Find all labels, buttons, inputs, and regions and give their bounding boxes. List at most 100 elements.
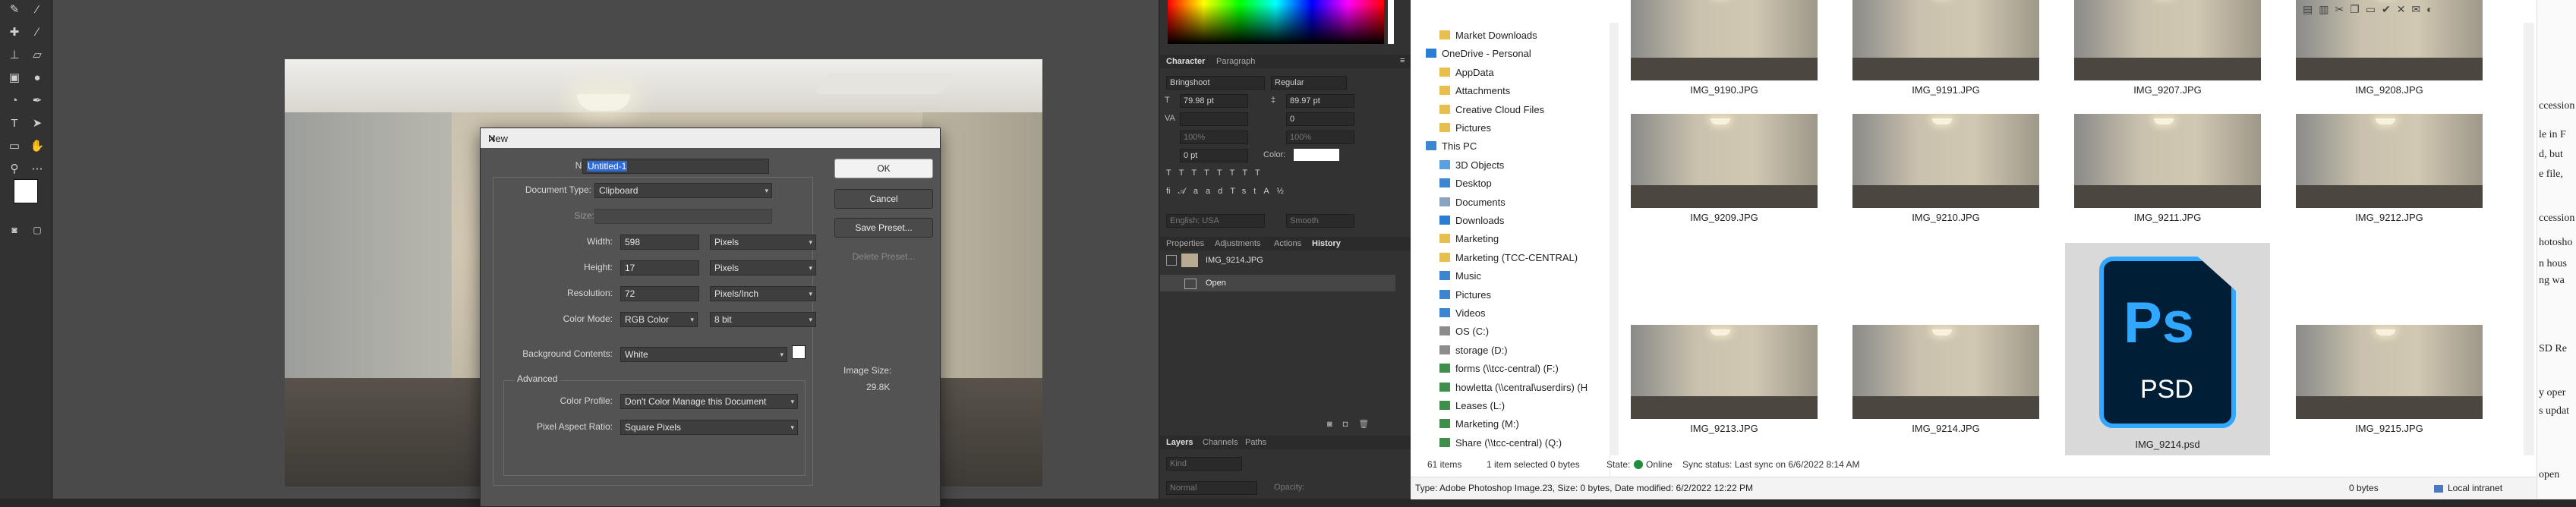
nav-item[interactable]: Creative Cloud Files [1439,102,1544,118]
file-item[interactable]: IMG_9215.JPG [2296,325,2483,445]
pixel-aspect-select[interactable]: Square Pixels ▾ [620,420,798,435]
file-item[interactable]: IMG_9210.JPG [1852,114,2039,234]
baseline-field[interactable]: 0 pt [1180,149,1248,162]
file-item[interactable]: IMG_9209.JPG [1631,114,1818,234]
pen-tool-icon[interactable]: ✒ [29,93,46,109]
tab-actions[interactable]: Actions [1274,239,1301,248]
nav-item[interactable]: AppData [1439,65,1494,81]
blur-icon[interactable]: ● [29,70,46,87]
leading-field[interactable]: 89.97 pt [1286,94,1354,108]
close-icon[interactable]: ✕ [488,133,932,145]
nav-item[interactable]: howletta (\\central\userdirs) (H [1439,379,1588,396]
hand-icon[interactable]: ✋ [29,138,46,155]
rectangle-icon[interactable]: ▭ [6,138,23,155]
tab-history[interactable]: History [1312,239,1341,248]
file-item[interactable]: IMG_9207.JPG [2074,0,2261,106]
tab-properties[interactable]: Properties [1166,239,1204,248]
zoom-icon[interactable]: ⚲ [6,161,23,178]
history-actions-icons[interactable]: ◙◘🗑 [1327,419,1379,429]
vscale-field[interactable]: 100% [1180,131,1248,144]
quick-mask-icon[interactable]: ◙ [6,222,23,238]
nav-item[interactable]: Desktop [1439,175,1492,192]
file-item[interactable]: IMG_9212.JPG [2296,114,2483,234]
nav-item[interactable]: Leases (L:) [1439,398,1505,414]
pen-icon[interactable]: ✎ [6,2,23,18]
nav-item[interactable]: Music [1439,268,1481,285]
layers-filter-select[interactable]: Kind [1166,457,1242,471]
eyedropper-icon[interactable]: ⁄ [29,2,46,18]
name-field[interactable]: Untitled-1 [582,159,769,174]
history-brush-icon[interactable] [1166,255,1177,266]
clone-stamp-icon[interactable]: ⊥ [6,47,23,64]
nav-item[interactable]: This PC [1426,138,1477,155]
width-field[interactable]: 598 [620,235,699,250]
ok-button[interactable]: OK [834,159,933,178]
tab-character[interactable]: Character [1166,57,1205,66]
bg-select[interactable]: White ▾ [620,347,787,362]
quick-access-toolbar[interactable]: ▤▥✂❐▭✔✕✉◐ [2303,3,2530,18]
screen-mode-icon[interactable]: ▢ [29,222,46,238]
language-select[interactable]: English: USA [1166,214,1265,228]
nav-item[interactable]: OS (C:) [1439,323,1489,340]
height-unit-select[interactable]: Pixels ▾ [710,260,816,276]
blend-mode-select[interactable]: Normal [1166,481,1257,495]
tab-paragraph[interactable]: Paragraph [1216,57,1255,66]
nav-item[interactable]: forms (\\tcc-central) (F:) [1439,361,1559,377]
color-profile-select[interactable]: Don't Color Manage this Document ▾ [620,394,798,409]
dodge-icon[interactable]: ◔ [6,93,23,109]
text-color-swatch[interactable] [1294,149,1339,161]
opentype-buttons[interactable]: ﬁ𝒜aadTstA½ [1166,187,1291,197]
nav-item[interactable]: storage (D:) [1439,342,1508,359]
type-icon[interactable]: T [6,115,23,132]
nav-item[interactable]: Attachments [1439,83,1510,99]
nav-scrollbar[interactable] [1610,23,1619,455]
nav-item[interactable]: Marketing (TCC-CENTRAL) [1439,250,1578,266]
resolution-field[interactable]: 72 [620,286,699,301]
doctype-select[interactable]: Clipboard ▾ [594,183,772,198]
tracking-field[interactable]: 0 [1286,112,1354,126]
nav-item[interactable]: Pictures [1439,120,1491,137]
width-unit-select[interactable]: Pixels ▾ [710,235,816,250]
save-preset-button[interactable]: Save Preset... [834,218,933,238]
bg-color-swatch[interactable] [792,345,806,359]
history-snapshot-label[interactable]: IMG_9214.JPG [1206,256,1263,265]
path-select-icon[interactable]: ➤ [29,115,46,132]
font-size-field[interactable]: 79.98 pt [1180,94,1248,108]
nav-item[interactable]: Downloads [1439,213,1504,229]
cancel-button[interactable]: Cancel [834,189,933,209]
type-style-buttons[interactable]: TTTTTTTT [1166,168,1268,178]
foreground-color-swatch[interactable] [14,179,38,203]
gradient-icon[interactable]: ▣ [6,70,23,87]
nav-item[interactable]: Marketing [1439,231,1499,247]
font-family-select[interactable]: Bringshoot [1166,76,1265,90]
color-picker-spectrum[interactable] [1168,0,1384,44]
height-field[interactable]: 17 [620,260,699,276]
brush-icon[interactable]: ∕ [29,24,46,41]
nav-item[interactable]: Videos [1439,305,1486,322]
font-style-select[interactable]: Regular [1271,76,1347,90]
nav-item[interactable]: 3D Objects [1439,157,1504,174]
tab-paths[interactable]: Paths [1245,438,1266,447]
eraser-icon[interactable]: ▱ [29,47,46,64]
color-picker-slider[interactable] [1388,0,1394,44]
kerning-field[interactable] [1180,112,1248,126]
file-item[interactable]: IMG_9214.JPG [1852,325,2039,445]
nav-item[interactable]: Pictures [1439,287,1491,304]
resolution-unit-select[interactable]: Pixels/Inch ▾ [710,286,816,301]
nav-item[interactable]: Marketing (M:) [1439,416,1519,433]
tab-layers[interactable]: Layers [1166,438,1193,447]
more-tools-icon[interactable]: ⋯ [29,161,46,178]
file-item[interactable]: Ps PSD IMG_9214.psd [2065,243,2270,455]
nav-item[interactable]: Market Downloads [1439,27,1537,44]
bitdepth-select[interactable]: 8 bit ▾ [710,312,816,327]
file-item[interactable]: IMG_9191.JPG [1852,0,2039,106]
tab-adjustments[interactable]: Adjustments [1215,239,1261,248]
nav-item[interactable]: OneDrive - Personal [1426,46,1531,62]
nav-item[interactable]: Share (\\tcc-central) (Q:) [1439,435,1562,452]
nav-item[interactable]: Documents [1439,194,1506,211]
content-scrollbar[interactable] [2524,23,2534,455]
tab-channels[interactable]: Channels [1203,438,1238,447]
file-item[interactable]: IMG_9213.JPG [1631,325,1818,445]
healing-brush-icon[interactable]: ✚ [6,24,23,41]
hscale-field[interactable]: 100% [1286,131,1354,144]
